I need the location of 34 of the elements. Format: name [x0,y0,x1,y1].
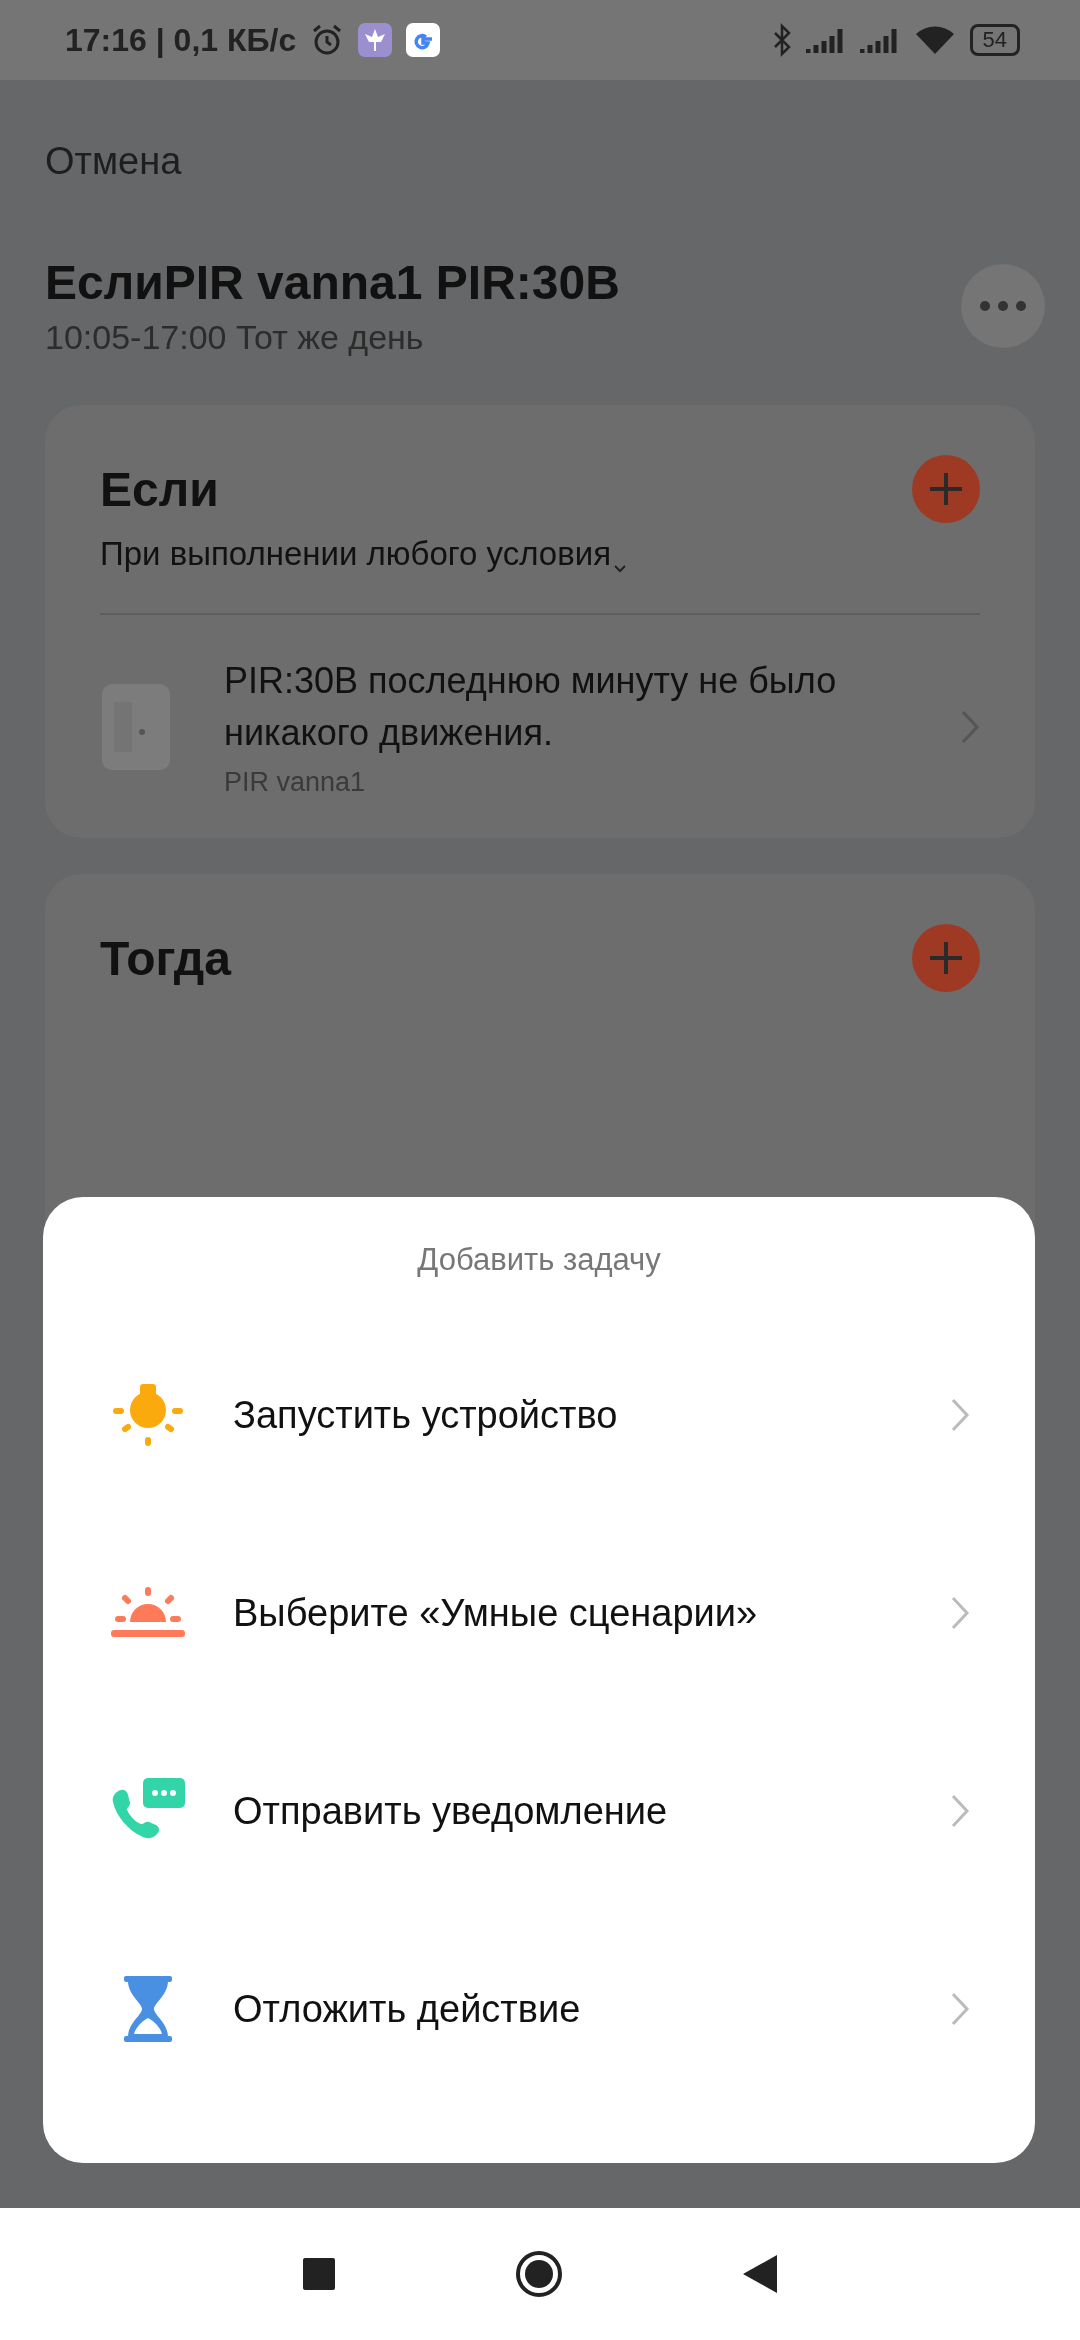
chevron-icon [950,1397,970,1433]
scene-title: ЕслиPIR vanna1 PIR:30B [45,255,621,310]
battery-icon: 54 [969,24,1020,56]
add-icon[interactable] [912,924,980,992]
app-icon [406,23,441,57]
sunrise-icon [108,1586,188,1640]
caret-icon [613,563,628,573]
menu-item-label: Запустить устройство [233,1393,619,1437]
home-button[interactable] [515,2250,563,2298]
chevron-icon [950,1991,970,2027]
card-title: Тогда [100,930,231,986]
card-title: Если [100,461,219,517]
menu-item-label: Отложить действие [233,1987,582,2031]
menu-item[interactable]: Выберите «Умные сценарии» [43,1514,1035,1712]
sensor-icon [100,681,172,772]
condition-mode-dropdown[interactable]: При выполнении любого условия [100,535,628,573]
status-time: 17:16 | 0,1 КБ/с [65,21,297,59]
menu-item[interactable]: Запустить устройство [43,1316,1035,1514]
more-icon [979,300,1027,312]
wifi-icon [913,24,956,56]
condition-text: PIR:30B последнюю минуту не было никакого движения. [224,659,838,755]
chevron-icon [950,1595,970,1631]
menu-item-label: Отправить уведомление [233,1789,669,1833]
chevron-icon [960,708,980,745]
back-button[interactable] [743,2255,777,2293]
scene-subtitle: 10:05-17:00 Тот же день [45,318,425,357]
menu-item[interactable]: Отправить уведомление [43,1712,1035,1910]
menu-item[interactable]: Отложить действие [43,1910,1035,2108]
menu-item-label: Выберите «Умные сценарии» [233,1591,759,1635]
add-icon[interactable] [912,455,980,523]
sheet-title: Добавить задачу [417,1242,661,1278]
chevron-icon [950,1793,970,1829]
app-icon [358,23,393,57]
bluetooth-icon [771,23,792,57]
